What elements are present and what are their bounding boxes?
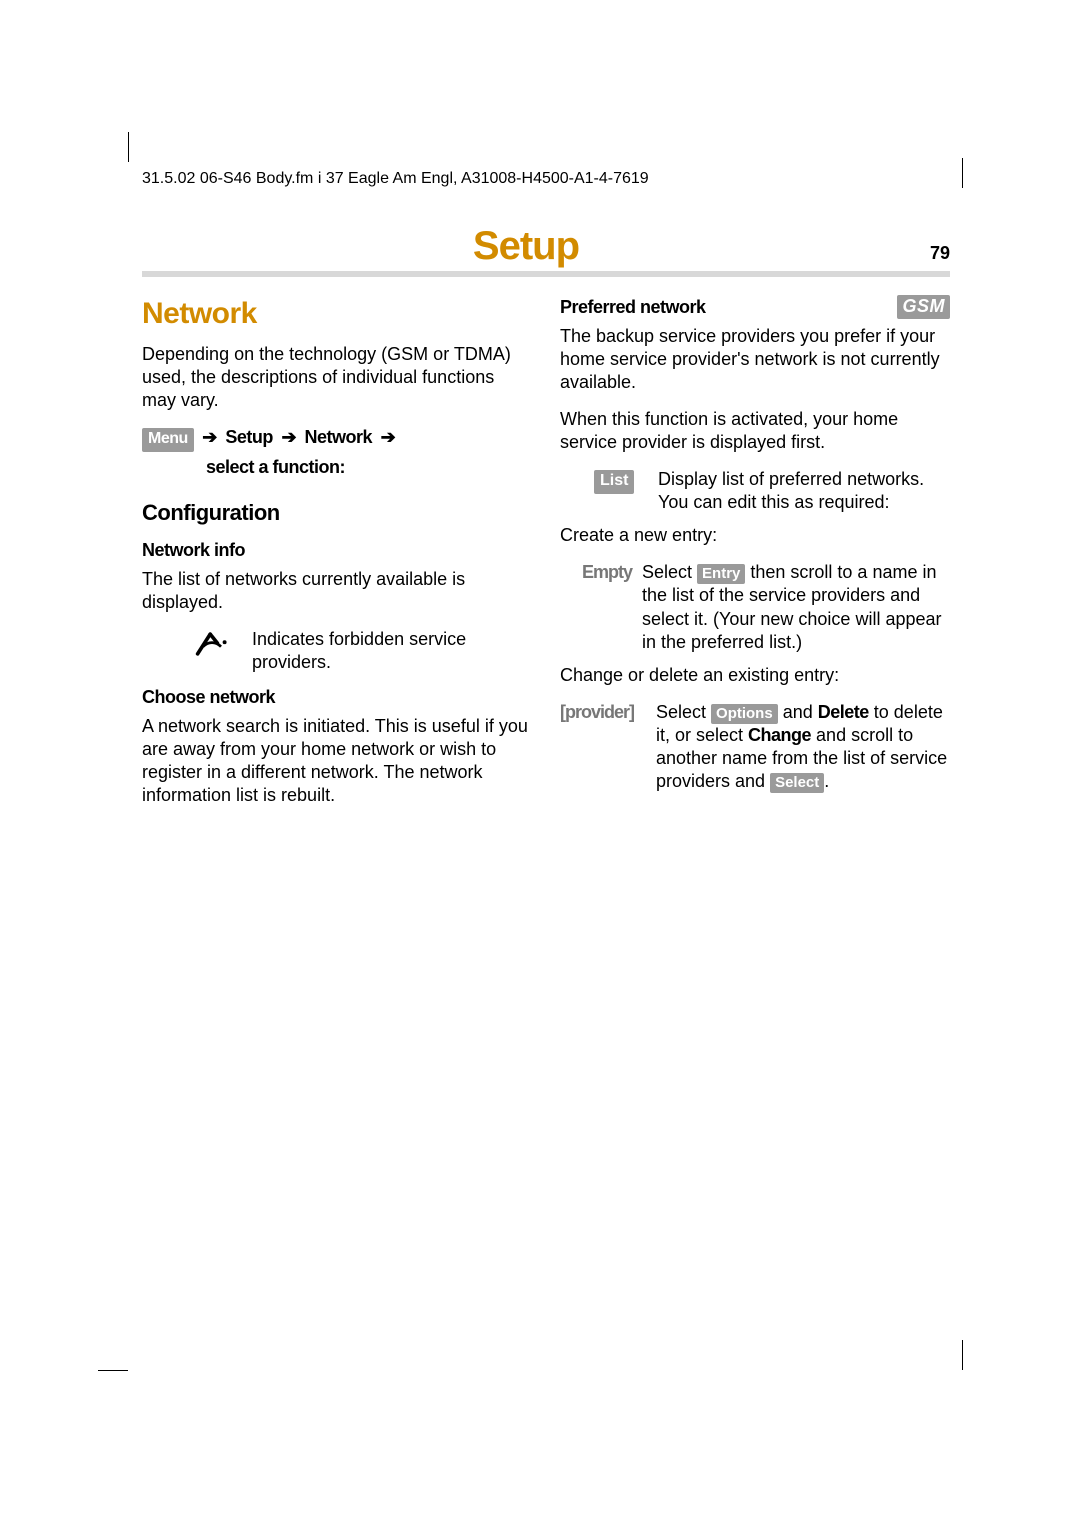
menu-badge: Menu [142,428,194,451]
preferred-p1: The backup service providers you prefer … [560,325,950,394]
choose-network-text: A network search is initiated. This is u… [142,715,532,807]
change-word: Change [748,725,811,745]
network-info-text: The list of networks currently available… [142,568,532,614]
page-title: Setup [142,224,910,269]
options-badge: Options [711,704,778,724]
menu-path: Menu ➔ Setup ➔ Network ➔ [142,426,532,451]
gsm-badge: GSM [897,295,950,319]
menu-step-setup: Setup [225,427,273,447]
list-badge: List [594,470,634,493]
section-heading-network: Network [142,295,532,333]
crop-mark [98,1370,128,1371]
menu-step-network: Network [305,427,373,447]
term-empty: Empty [560,561,632,653]
select-badge: Select [770,773,824,793]
crop-mark [128,132,129,162]
arrow-icon: ➔ [377,427,400,447]
empty-body: Select Entry then scroll to a name in th… [642,561,950,653]
create-entry-label: Create a new entry: [560,524,950,547]
title-rule [142,271,950,277]
item-heading-preferred-network: Preferred network [560,296,706,319]
subheading-configuration: Configuration [142,499,532,527]
term-provider: [provider] [560,701,646,793]
item-heading-choose-network: Choose network [142,686,532,709]
network-intro: Depending on the technology (GSM or TDMA… [142,343,532,412]
preferred-p2: When this function is activated, your ho… [560,408,950,454]
delete-word: Delete [818,702,869,722]
arrow-icon: ➔ [198,427,221,447]
crop-mark [962,158,963,188]
menu-tail: select a function: [142,456,532,479]
list-body: Display list of preferred networks. You … [658,468,950,514]
arrow-icon: ➔ [277,427,300,447]
item-heading-network-info: Network info [142,539,532,562]
entry-badge: Entry [697,564,745,584]
change-delete-label: Change or delete an existing entry: [560,664,950,687]
forbidden-icon [190,628,234,674]
provider-body: Select Options and Delete to delete it, … [656,701,950,793]
doc-meta-line: 31.5.02 06-S46 Body.fm i 37 Eagle Am Eng… [142,170,950,188]
page-number: 79 [930,243,950,264]
forbidden-text: Indicates forbidden service providers. [252,628,532,674]
crop-mark [962,1340,963,1370]
